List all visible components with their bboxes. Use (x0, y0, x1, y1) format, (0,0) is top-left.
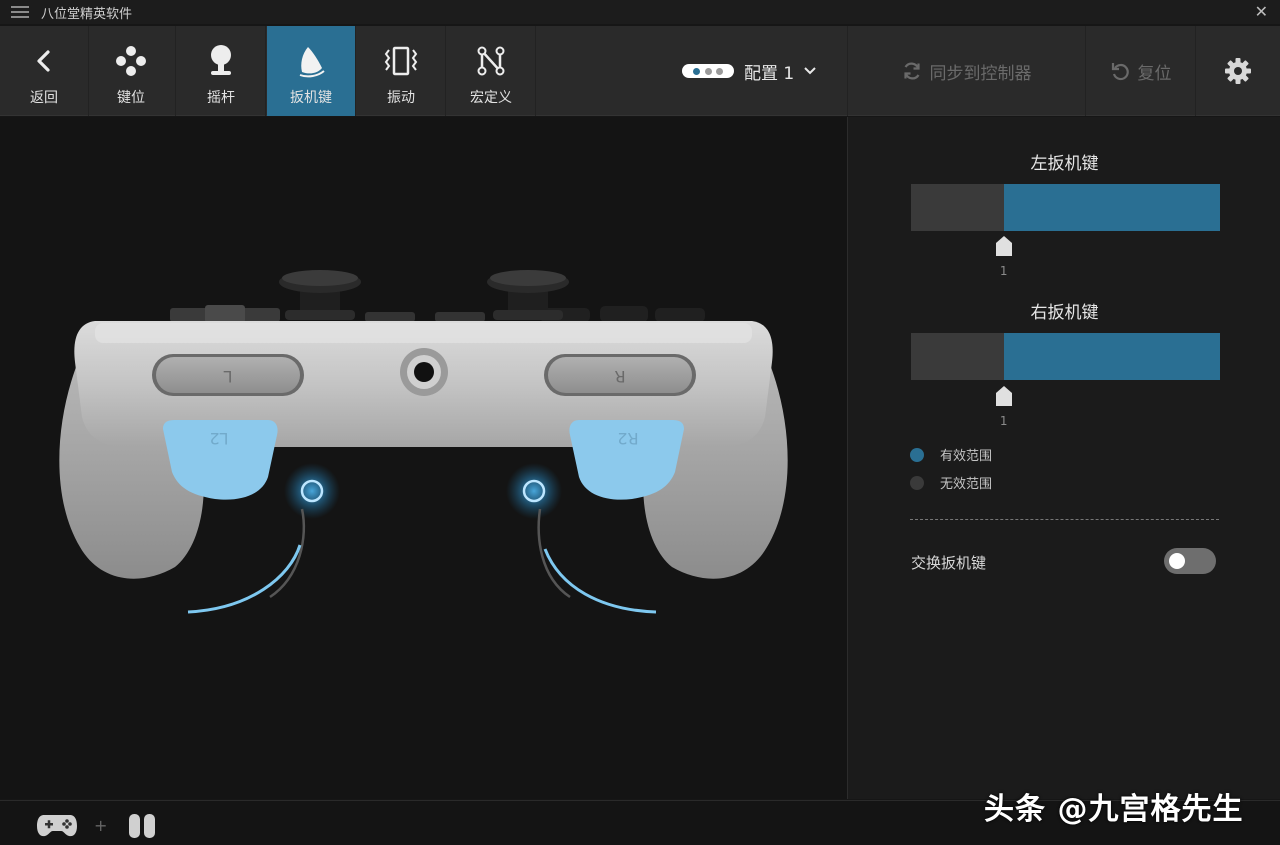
right-trigger-effective-fill (1003, 333, 1220, 380)
tab-label: 振动 (387, 90, 415, 106)
config-name: 配置 1 (744, 63, 795, 84)
hamburger-menu-icon[interactable] (11, 6, 29, 18)
config-dots-icon (682, 64, 734, 78)
left-stick (279, 270, 361, 320)
tab-back[interactable]: 返回 (0, 26, 89, 116)
window-title: 八位堂精英软件 (41, 6, 133, 22)
left-bumper-label: L (223, 367, 232, 386)
title-bar: 八位堂精英软件 ✕ (0, 0, 1280, 24)
legend-effective-label: 有效范围 (940, 449, 993, 464)
swap-triggers-toggle[interactable] (1164, 548, 1216, 574)
dpad-icon (114, 44, 148, 78)
right-bumper: R (544, 354, 696, 396)
legend-effective: 有效范围 (910, 445, 992, 464)
tab-macro[interactable]: 宏定义 (447, 26, 536, 116)
gear-icon (1225, 58, 1251, 84)
shoulder-details (170, 305, 705, 323)
joystick-icon (204, 44, 238, 78)
controller-view: L R L2 R2 (0, 117, 847, 799)
right-trigger-label: R2 (617, 429, 638, 448)
tab-label: 摇杆 (207, 90, 235, 106)
tab-keys[interactable]: 键位 (87, 26, 176, 116)
watermark: 头条 @九宫格先生 (984, 792, 1244, 827)
swap-triggers-label: 交换扳机键 (911, 554, 987, 572)
legend-ineffective: 无效范围 (910, 473, 992, 492)
undo-icon (1110, 61, 1130, 81)
tab-trigger[interactable]: 扳机键 (267, 26, 356, 116)
dual-controller-icon[interactable] (128, 813, 156, 839)
tab-stick[interactable]: 摇杆 (177, 26, 266, 116)
divider (910, 519, 1219, 520)
sync-icon (902, 61, 922, 81)
reset-label: 复位 (1137, 63, 1172, 84)
controller-illustration: L R L2 R2 (59, 270, 788, 614)
settings-button[interactable] (1195, 26, 1280, 116)
right-trigger-title: 右扳机键 (1030, 303, 1099, 323)
left-trigger-effective-fill (1003, 184, 1220, 231)
config-selector[interactable]: 配置 1 (682, 56, 816, 86)
right-stick (487, 270, 569, 320)
right-trigger-value: 1 (999, 414, 1008, 428)
right-trigger-range-bar[interactable] (911, 333, 1220, 380)
ineffective-dot-icon (910, 475, 924, 490)
left-trigger-range-bar[interactable] (911, 184, 1220, 231)
legend-ineffective-label: 无效范围 (940, 477, 993, 492)
app-window: 八位堂精英软件 ✕ 返回 键位 摇杆 扳机键 振动 宏定义 配置 1 同步到控制… (0, 0, 1280, 845)
plus-icon[interactable]: + (94, 816, 107, 835)
sync-label: 同步到控制器 (929, 63, 1032, 84)
left-trigger-value: 1 (999, 264, 1008, 278)
macro-icon (474, 44, 508, 78)
tab-label: 扳机键 (290, 90, 332, 106)
chevron-left-icon (27, 44, 61, 78)
chevron-down-icon (804, 67, 816, 75)
headphone-jack (400, 348, 448, 396)
vibration-icon (384, 44, 418, 78)
sync-to-controller-button[interactable]: 同步到控制器 (847, 26, 1085, 116)
close-icon[interactable]: ✕ (1255, 2, 1268, 21)
left-bumper: L (152, 354, 304, 396)
reset-button[interactable]: 复位 (1085, 26, 1195, 116)
tab-vibration[interactable]: 振动 (357, 26, 446, 116)
left-trigger-handle[interactable] (995, 235, 1013, 257)
trigger-settings-panel: 左扳机键 1 右扳机键 1 有效范围 无效范围 交换扳机键 (847, 117, 1280, 799)
right-bumper-label: R (614, 367, 625, 386)
right-trigger-handle[interactable] (995, 385, 1013, 407)
effective-dot-icon (910, 447, 924, 462)
left-trigger-title: 左扳机键 (1030, 154, 1099, 174)
tab-label: 返回 (30, 90, 58, 106)
tab-label: 键位 (117, 90, 145, 106)
toggle-knob (1169, 553, 1185, 569)
trigger-icon (294, 44, 328, 78)
left-trigger-label: L2 (209, 429, 228, 448)
gamepad-icon[interactable] (36, 812, 78, 838)
tab-label: 宏定义 (470, 90, 512, 106)
toolbar: 返回 键位 摇杆 扳机键 振动 宏定义 配置 1 同步到控制器 复位 (0, 26, 1280, 116)
